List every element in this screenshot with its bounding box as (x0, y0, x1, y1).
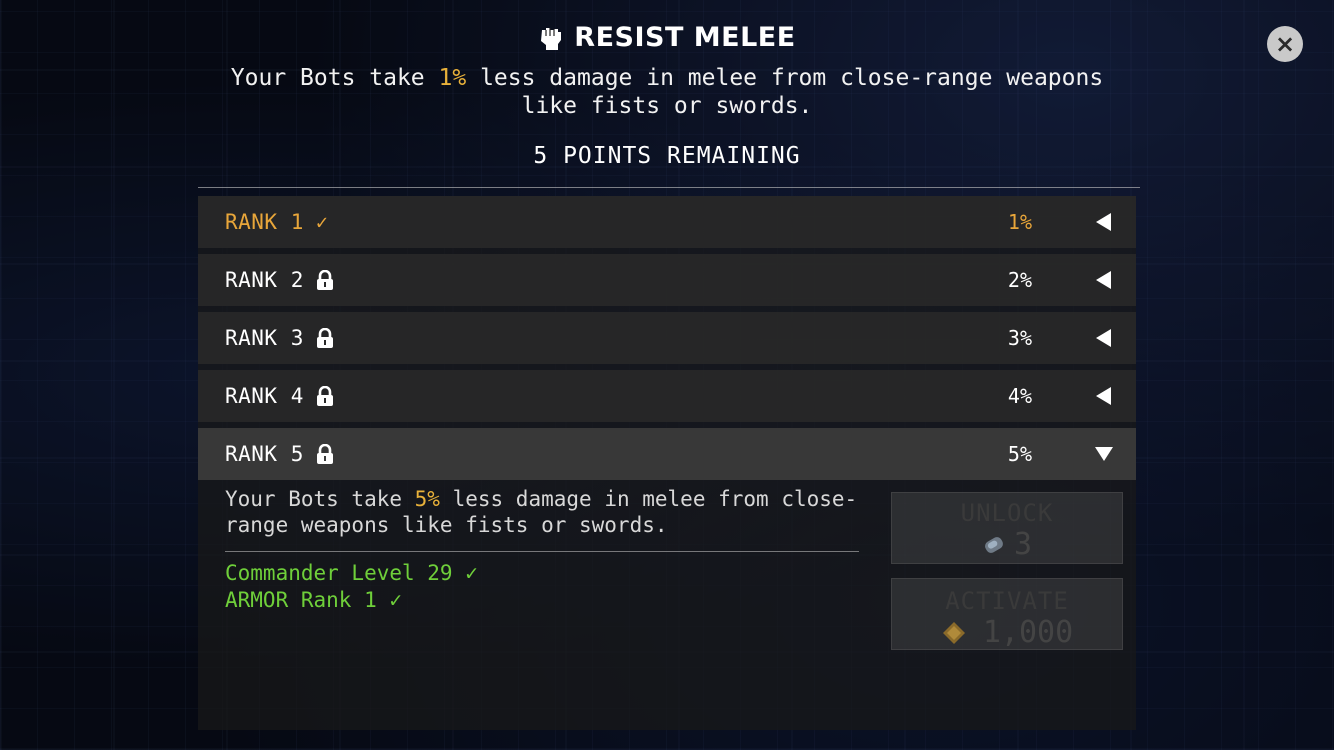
rank-row-5[interactable]: RANK 5 5% (198, 428, 1136, 480)
rank-label: RANK 2 (225, 268, 334, 292)
desc-after: less damage in melee from close-range we… (466, 65, 1104, 119)
unlock-cost-value: 3 (1013, 527, 1033, 562)
expand-arrow-icon[interactable] (1094, 444, 1114, 464)
points-remaining: 5 POINTS REMAINING (533, 143, 801, 169)
rank-name: RANK 5 (225, 442, 304, 466)
desc-before: Your Bots take (230, 65, 439, 91)
rank-row-3[interactable]: RANK 3 3% (198, 312, 1136, 364)
activate-cost: 1,000 (892, 615, 1122, 650)
lock-icon (316, 444, 333, 464)
rank-row-4[interactable]: RANK 4 4% (198, 370, 1136, 422)
collapse-arrow-icon[interactable] (1094, 386, 1114, 406)
rank-label: RANK 5 (225, 442, 334, 466)
detail-desc-value: 5% (414, 487, 440, 511)
collapse-arrow-icon[interactable] (1094, 212, 1114, 232)
rank-row-1[interactable]: RANK 1 ✓ 1% (198, 196, 1136, 248)
gold-crystal-icon (942, 621, 965, 644)
detail-desc-before: Your Bots take (225, 487, 415, 511)
bolt-canister-icon (985, 536, 1003, 553)
lock-icon (316, 270, 333, 290)
requirement-armor-rank: ARMOR Rank 1 ✓ (225, 588, 403, 612)
activate-button[interactable]: ACTIVATE 1,000 (891, 578, 1123, 650)
rank-value: 3% (1007, 326, 1032, 350)
unlock-button[interactable]: UNLOCK 3 (891, 492, 1123, 564)
collapse-arrow-icon[interactable] (1094, 270, 1114, 290)
unlock-label: UNLOCK (960, 499, 1054, 527)
lock-icon (316, 328, 333, 348)
rank-name: RANK 3 (225, 326, 304, 350)
title-text: RESIST MELEE (574, 22, 796, 53)
dialog-title: RESIST MELEE (0, 22, 1334, 53)
collapse-arrow-icon[interactable] (1094, 328, 1114, 348)
rank-label: RANK 4 (225, 384, 334, 408)
fist-icon (541, 27, 562, 50)
rank-name: RANK 4 (225, 384, 304, 408)
rank-label: RANK 3 (225, 326, 334, 350)
detail-divider (225, 551, 859, 552)
rank-value: 4% (1007, 384, 1032, 408)
rank-detail-description: Your Bots take 5% less damage in melee f… (225, 486, 865, 538)
rank-value: 5% (1007, 442, 1032, 466)
unlock-cost: 3 (892, 527, 1122, 562)
rank-row-2[interactable]: RANK 2 2% (198, 254, 1136, 306)
rank-name: RANK 2 (225, 268, 304, 292)
rank-value: 2% (1007, 268, 1032, 292)
divider (198, 187, 1140, 188)
activate-cost-value: 1,000 (982, 615, 1074, 650)
rank-value: 1% (1007, 210, 1032, 234)
lock-icon (316, 386, 333, 406)
rank-name: RANK 1 (225, 210, 304, 234)
desc-value: 1% (438, 65, 467, 91)
skill-description: Your Bots take 1% less damage in melee f… (220, 64, 1114, 120)
rank-label: RANK 1 ✓ (225, 210, 328, 234)
activate-label: ACTIVATE (945, 587, 1069, 615)
requirement-commander-level: Commander Level 29 ✓ (225, 561, 478, 585)
checkmark-icon: ✓ (315, 210, 329, 234)
